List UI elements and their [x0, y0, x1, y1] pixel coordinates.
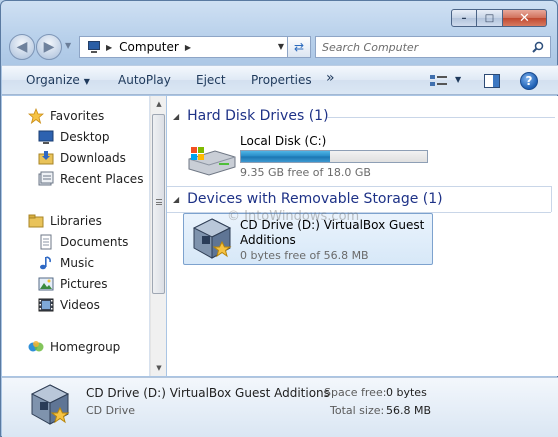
chevron-down-icon: ◢ [173, 111, 180, 121]
group-header-label: Hard Disk Drives (1) [187, 108, 329, 124]
forward-button[interactable]: ▶ [36, 34, 62, 60]
computer-icon [85, 40, 103, 54]
command-bar: Organize ▼ AutoPlay Eject Properties » ▼ … [2, 65, 558, 95]
pictures-icon [38, 277, 54, 291]
help-icon[interactable]: ? [520, 72, 538, 90]
eject-button[interactable]: Eject [196, 73, 226, 87]
more-commands-button[interactable]: » [326, 70, 335, 86]
scrollbar-thumb[interactable] [152, 114, 165, 294]
space-free-value: 0 bytes [386, 386, 427, 399]
properties-button[interactable]: Properties [251, 73, 312, 87]
sidebar-item-libraries[interactable]: Libraries [28, 213, 102, 229]
sidebar-item-label: Libraries [50, 214, 102, 228]
arrow-left-icon: ◀ [16, 39, 28, 55]
details-pane: CD Drive (D:) VirtualBox Guest Additions… [2, 377, 558, 437]
close-button[interactable]: ✕ [503, 9, 547, 27]
sidebar-item-label: Downloads [60, 151, 126, 165]
total-size-value: 56.8 MB [386, 404, 432, 417]
back-button[interactable]: ◀ [9, 34, 35, 60]
group-divider [167, 186, 551, 187]
address-history-dropdown[interactable]: ▼ [278, 42, 284, 51]
recent-places-icon [38, 171, 54, 186]
sidebar-item-recent-places[interactable]: Recent Places [38, 171, 143, 187]
downloads-folder-icon [38, 151, 54, 165]
sidebar-item-label: Homegroup [50, 340, 121, 354]
sidebar-item-label: Favorites [50, 109, 105, 123]
hard-drive-icon [188, 147, 236, 176]
drive-usage-bar [240, 150, 428, 163]
sidebar-item-documents[interactable]: Documents [38, 234, 128, 250]
explorer-window: – □ ✕ ◀ ▶ ▼ ▶ Computer ▶ ▼ ⇄ Organize▼ A… [0, 0, 558, 437]
search-input[interactable] [322, 40, 522, 54]
sidebar-item-label: Music [60, 256, 95, 270]
search-icon[interactable] [532, 41, 544, 53]
sidebar-item-desktop[interactable]: Desktop [38, 129, 110, 145]
chevron-down-icon: ◢ [173, 194, 180, 204]
watermark: © IntoWindows.com [227, 209, 360, 224]
star-icon [28, 108, 44, 124]
sidebar-item-label: Documents [60, 235, 129, 249]
details-type: CD Drive [86, 404, 135, 417]
drive-free-space: 0 bytes free of 56.8 MB [240, 249, 369, 262]
sidebar-item-label: Videos [60, 298, 100, 312]
autoplay-button[interactable]: AutoPlay [118, 73, 171, 87]
sidebar-item-homegroup[interactable]: Homegroup [28, 339, 120, 355]
total-size-label: Total size: [330, 404, 385, 417]
content-pane: ◢ Hard Disk Drives (1) Local Disk (C:) 9… [167, 96, 558, 376]
sidebar-item-label: Desktop [60, 130, 110, 144]
chevron-right-icon[interactable]: ▶ [185, 43, 191, 52]
preview-pane-icon[interactable] [484, 74, 500, 88]
scroll-down-icon[interactable]: ▼ [151, 360, 167, 376]
chevron-down-icon: ▼ [83, 77, 90, 86]
drive-name: Local Disk (C:) [240, 134, 327, 148]
sidebar-item-music[interactable]: Music [38, 255, 94, 271]
search-box[interactable] [315, 36, 551, 58]
space-free-label: Space free: [324, 386, 387, 399]
caption-buttons: – □ ✕ [451, 9, 547, 27]
address-segment-computer[interactable]: Computer [119, 40, 179, 54]
refresh-button[interactable]: ⇄ [287, 36, 311, 58]
videos-icon [38, 298, 54, 312]
group-divider [327, 117, 555, 118]
documents-icon [40, 234, 52, 250]
drive-usage-fill [241, 151, 331, 162]
maximize-button[interactable]: □ [477, 9, 503, 27]
drive-free-space: 9.35 GB free of 18.0 GB [240, 166, 371, 179]
navigation-scrollbar[interactable]: ▲ ▼ [150, 96, 166, 376]
desktop-icon [38, 130, 54, 144]
homegroup-icon [28, 341, 44, 352]
navigation-bar: ◀ ▶ ▼ ▶ Computer ▶ ▼ ⇄ [9, 34, 551, 60]
organize-label: Organize [26, 73, 80, 87]
refresh-icon: ⇄ [293, 40, 305, 54]
virtualbox-cd-icon [30, 384, 70, 425]
address-bar[interactable]: ▶ Computer ▶ ▼ [79, 36, 289, 58]
group-hard-disk-drives[interactable]: ◢ Hard Disk Drives (1) [173, 108, 329, 124]
view-options-dropdown[interactable]: ▼ [455, 75, 461, 84]
details-title: CD Drive (D:) VirtualBox Guest Additions [86, 386, 330, 400]
arrow-right-icon: ▶ [43, 39, 55, 55]
libraries-icon [28, 214, 44, 228]
group-divider [551, 186, 552, 212]
drive-name-line-2: Additions [240, 233, 296, 247]
sidebar-item-downloads[interactable]: Downloads [38, 150, 126, 166]
recent-pages-dropdown[interactable]: ▼ [65, 41, 71, 50]
sidebar-item-label: Pictures [60, 277, 108, 291]
organize-button[interactable]: Organize ▼ [26, 73, 90, 87]
change-view-icon[interactable] [429, 73, 449, 89]
group-header-label: Devices with Removable Storage (1) [187, 191, 443, 207]
sidebar-item-label: Recent Places [60, 172, 144, 186]
chevron-right-icon[interactable]: ▶ [106, 43, 112, 52]
group-removable-storage[interactable]: ◢ Devices with Removable Storage (1) [173, 191, 443, 207]
sidebar-item-favorites[interactable]: Favorites [28, 108, 104, 124]
sidebar-item-videos[interactable]: Videos [38, 297, 100, 313]
scroll-up-icon[interactable]: ▲ [151, 96, 167, 112]
music-note-icon [40, 256, 51, 270]
sidebar-item-pictures[interactable]: Pictures [38, 276, 108, 292]
navigation-pane: Favorites Desktop Downloads Recent Place… [2, 96, 150, 376]
minimize-button[interactable]: – [451, 9, 477, 27]
